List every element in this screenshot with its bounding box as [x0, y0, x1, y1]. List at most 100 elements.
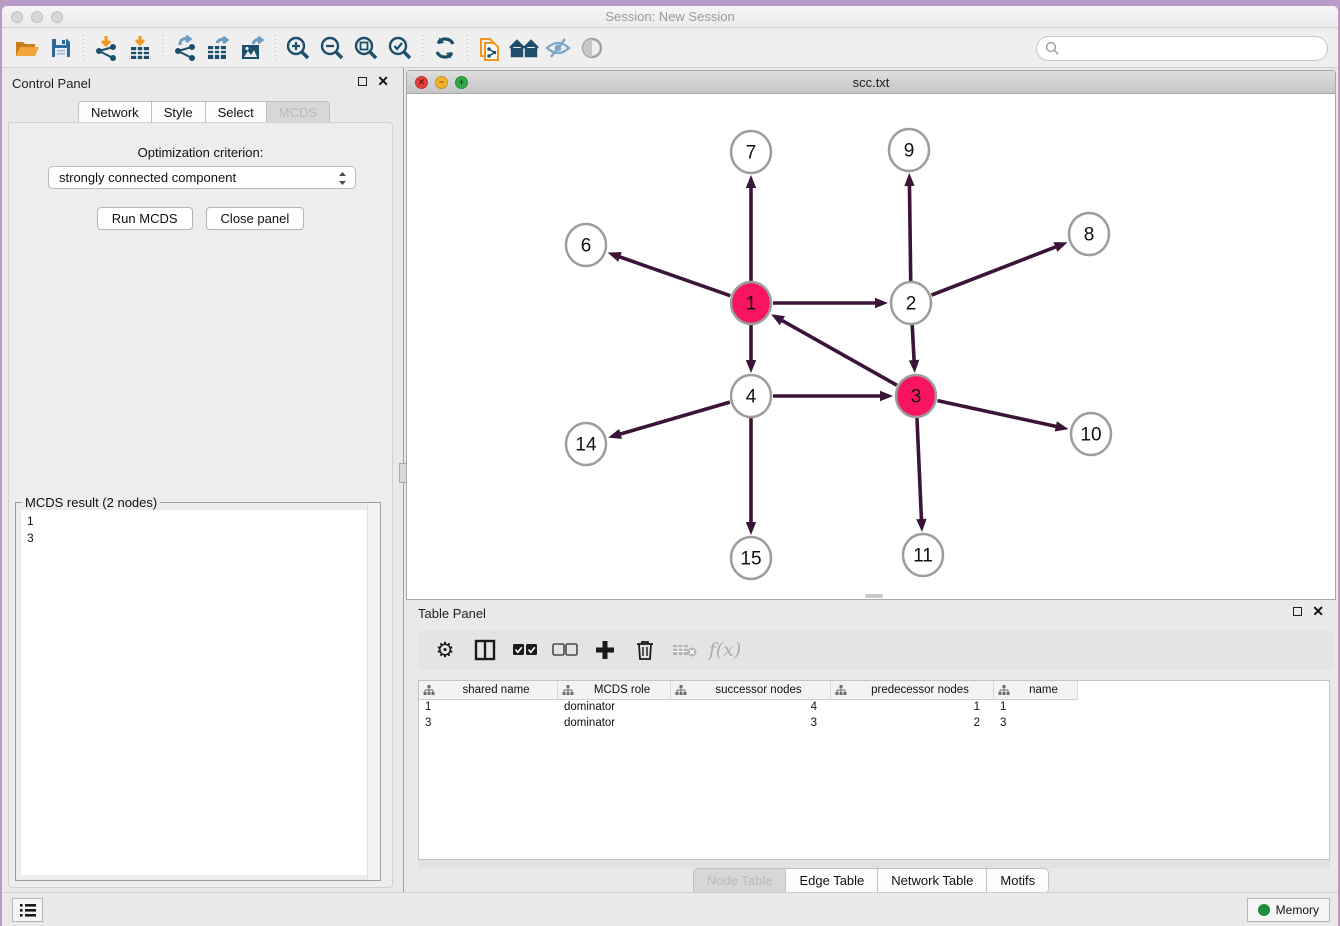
import-network-button[interactable] [89, 33, 123, 63]
criterion-dropdown[interactable]: strongly connected component [48, 166, 356, 189]
import-table-button[interactable] [123, 33, 157, 63]
cell-name[interactable]: 3 [994, 716, 1078, 732]
chevron-updown-icon [337, 170, 348, 190]
memory-button[interactable]: Memory [1247, 898, 1330, 922]
run-mcds-button[interactable]: Run MCDS [97, 207, 193, 230]
mcds-result-title: MCDS result (2 nodes) [22, 495, 160, 510]
arrowhead-3-11 [916, 519, 926, 532]
column-header-MCDS-role[interactable]: MCDS role [558, 681, 671, 700]
arrowhead-1-2 [875, 298, 888, 308]
table-settings-button[interactable]: ⚙ [432, 637, 458, 663]
column-header-successor-nodes[interactable]: successor nodes [671, 681, 831, 700]
export-image-button[interactable] [236, 33, 270, 63]
hide-selected-button[interactable] [541, 33, 575, 63]
network-canvas[interactable]: 1234678910111415 [407, 94, 1335, 599]
clone-network-button[interactable] [473, 33, 507, 63]
table-panel-title: Table Panel [418, 606, 486, 621]
cell-shared-name[interactable]: 1 [419, 700, 558, 716]
network-window-titlebar[interactable]: scc.txt ✕ − + [407, 71, 1335, 94]
cell-MCDS-role[interactable]: dominator [558, 716, 671, 732]
show-columns-button[interactable] [472, 637, 498, 663]
tab-motifs[interactable]: Motifs [986, 868, 1049, 894]
cell-predecessor-nodes[interactable]: 2 [831, 716, 994, 732]
select-all-button[interactable] [512, 637, 538, 663]
criterion-value: strongly connected component [59, 170, 236, 185]
result-scrollbar[interactable] [367, 503, 380, 880]
zoom-selected-button[interactable] [383, 33, 417, 63]
cell-shared-name[interactable]: 3 [419, 716, 558, 732]
window-title: Session: New Session [2, 9, 1338, 24]
graph-node-label-6: 6 [581, 236, 592, 257]
import-network-icon [93, 35, 119, 61]
arrowhead-1-4 [746, 360, 756, 373]
mcds-result-list[interactable]: 13 [21, 510, 375, 875]
edge-2-9[interactable] [909, 183, 910, 281]
cell-MCDS-role[interactable]: dominator [558, 700, 671, 716]
network-graph[interactable]: 1234678910111415 [407, 94, 1335, 599]
cell-predecessor-nodes[interactable]: 1 [831, 700, 994, 716]
canvas-scroll-dash[interactable] [865, 594, 883, 598]
apply-layout-button[interactable] [428, 33, 462, 63]
column-header-predecessor-nodes[interactable]: predecessor nodes [831, 681, 994, 700]
graph-node-label-4: 4 [746, 387, 757, 408]
zoom-fit-icon [353, 35, 379, 61]
toolbar-separator [162, 35, 163, 61]
refresh-icon [432, 35, 458, 61]
desktop: Session: New Session [0, 0, 1340, 926]
cell-successor-nodes[interactable]: 4 [671, 700, 831, 716]
add-row-button[interactable] [592, 637, 618, 663]
table-toolbar: ⚙ [418, 630, 1334, 670]
cell-successor-nodes[interactable]: 3 [671, 716, 831, 732]
open-file-button[interactable] [10, 33, 44, 63]
zoom-fit-button[interactable] [349, 33, 383, 63]
export-table-button[interactable] [202, 33, 236, 63]
search-input[interactable] [1065, 42, 1327, 56]
edge-2-3[interactable] [912, 325, 914, 363]
panel-split-divider[interactable] [401, 68, 405, 892]
edge-2-8[interactable] [932, 246, 1059, 295]
delete-column-icon [672, 642, 698, 658]
node-table[interactable]: shared nameMCDS rolesuccessor nodesprede… [418, 680, 1330, 860]
eye-icon [579, 36, 605, 60]
delete-row-button[interactable] [632, 637, 658, 663]
close-panel-button[interactable]: Close panel [206, 207, 305, 230]
save-session-button[interactable] [44, 33, 78, 63]
close-panel-icon[interactable]: ✕ [377, 76, 389, 87]
column-header-name[interactable]: name [994, 681, 1078, 700]
cell-name[interactable]: 1 [994, 700, 1078, 716]
float-table-panel-icon[interactable] [1293, 607, 1302, 616]
open-folder-icon [14, 36, 40, 60]
unchecked-boxes-icon [552, 643, 578, 657]
float-panel-icon[interactable] [358, 77, 367, 86]
export-network-button[interactable] [168, 33, 202, 63]
task-history-button[interactable] [12, 898, 43, 922]
list-icon [19, 903, 37, 918]
edge-3-1[interactable] [780, 319, 897, 385]
tab-node-table[interactable]: Node Table [693, 868, 786, 894]
edge-4-14[interactable] [618, 402, 730, 435]
arrowhead-4-14 [608, 429, 622, 439]
memory-status-dot [1258, 904, 1270, 916]
table-panel-tabs: Node TableEdge TableNetwork TableMotifs [406, 868, 1336, 894]
deselect-all-button[interactable] [552, 637, 578, 663]
export-network-icon [172, 35, 198, 61]
search-field [1036, 36, 1328, 61]
edge-3-11[interactable] [917, 418, 922, 522]
zoom-out-button[interactable] [315, 33, 349, 63]
edge-3-10[interactable] [937, 401, 1058, 427]
table-row[interactable]: 3dominator323 [419, 716, 1329, 732]
close-table-panel-icon[interactable]: ✕ [1312, 606, 1324, 617]
checked-boxes-icon [512, 643, 538, 657]
zoom-in-button[interactable] [281, 33, 315, 63]
mcds-panel: Optimization criterion: strongly connect… [8, 122, 393, 888]
show-all-button[interactable] [575, 33, 609, 63]
column-header-shared-name[interactable]: shared name [419, 681, 558, 700]
first-neighbors-button[interactable] [507, 33, 541, 63]
fx-icon: f(x) [709, 639, 742, 661]
tab-network-table[interactable]: Network Table [877, 868, 986, 894]
edge-1-6[interactable] [617, 256, 730, 296]
tab-edge-table[interactable]: Edge Table [785, 868, 877, 894]
save-icon [49, 36, 73, 60]
table-row[interactable]: 1dominator411 [419, 700, 1329, 716]
graph-node-label-1: 1 [746, 294, 757, 315]
